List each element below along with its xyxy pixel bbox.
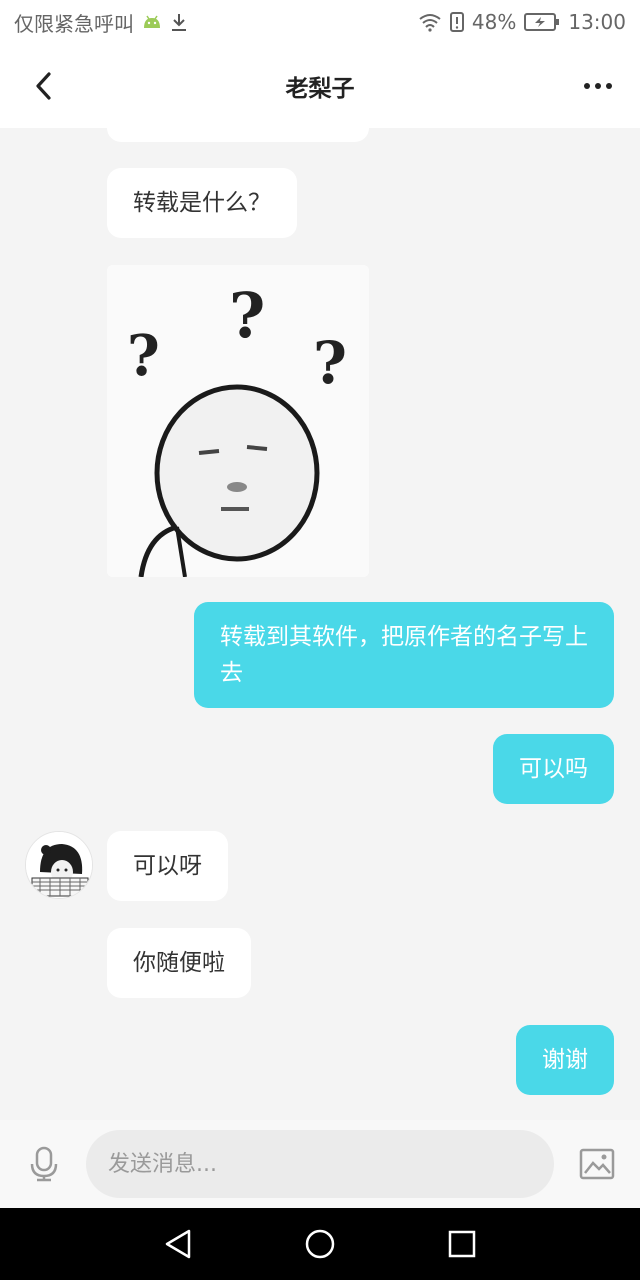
message-bubble-outgoing: 谢谢 [516, 1025, 614, 1095]
avatar[interactable] [25, 831, 93, 899]
svg-text:?: ? [313, 329, 347, 397]
nav-recents-button[interactable] [444, 1226, 480, 1262]
carrier-text: 仅限紧急呼叫 [14, 11, 134, 36]
svg-text:?: ? [229, 279, 265, 352]
page-title: 老梨子 [285, 76, 355, 102]
download-icon [172, 14, 186, 31]
svg-text:?: ? [127, 323, 160, 389]
more-icon [584, 83, 612, 89]
nav-back-button[interactable] [160, 1226, 196, 1262]
message-bubble-outgoing: 可以吗 [493, 734, 614, 804]
more-button[interactable] [576, 70, 620, 102]
status-bar: 仅限紧急呼叫 48% 13:00 [0, 0, 640, 44]
message-bubble-outgoing: 转载到其软件，把原作者的名子写上去 [194, 602, 614, 708]
alert-icon [449, 12, 464, 32]
image-button[interactable] [576, 1144, 618, 1184]
battery-icon [524, 13, 560, 31]
microphone-icon [30, 1146, 58, 1182]
image-icon [579, 1148, 615, 1180]
nav-home-button[interactable] [302, 1226, 338, 1262]
confused-face-sticker[interactable]: ? ? ? [107, 265, 369, 577]
input-bar [0, 1120, 640, 1208]
back-button[interactable] [24, 66, 64, 106]
status-right: 48% 13:00 [418, 10, 626, 34]
nav-home-icon [305, 1229, 335, 1259]
battery-percent: 48% [471, 10, 517, 34]
nav-recents-icon [448, 1230, 476, 1258]
message-bubble-incoming: 可以呀 [107, 831, 228, 901]
chat-header: 老梨子 [0, 44, 640, 128]
message-bubble-incoming: 转载是什么？ [107, 168, 297, 238]
nav-back-icon [165, 1229, 191, 1259]
status-left: 仅限紧急呼叫 [14, 8, 188, 37]
android-icon [144, 15, 160, 28]
message-bubble-partial [107, 128, 369, 142]
wifi-icon [419, 14, 441, 32]
message-bubble-incoming: 你随便啦 [107, 928, 251, 998]
back-icon [36, 72, 51, 100]
chat-area[interactable]: 转载是什么？ ? ? ? 转载到其软件，把原作者的名子写上去 可以吗 可以呀 你… [0, 128, 640, 1120]
message-input[interactable] [86, 1130, 554, 1198]
voice-button[interactable] [24, 1144, 64, 1184]
system-nav-bar [0, 1208, 640, 1280]
clock: 13:00 [568, 10, 626, 34]
